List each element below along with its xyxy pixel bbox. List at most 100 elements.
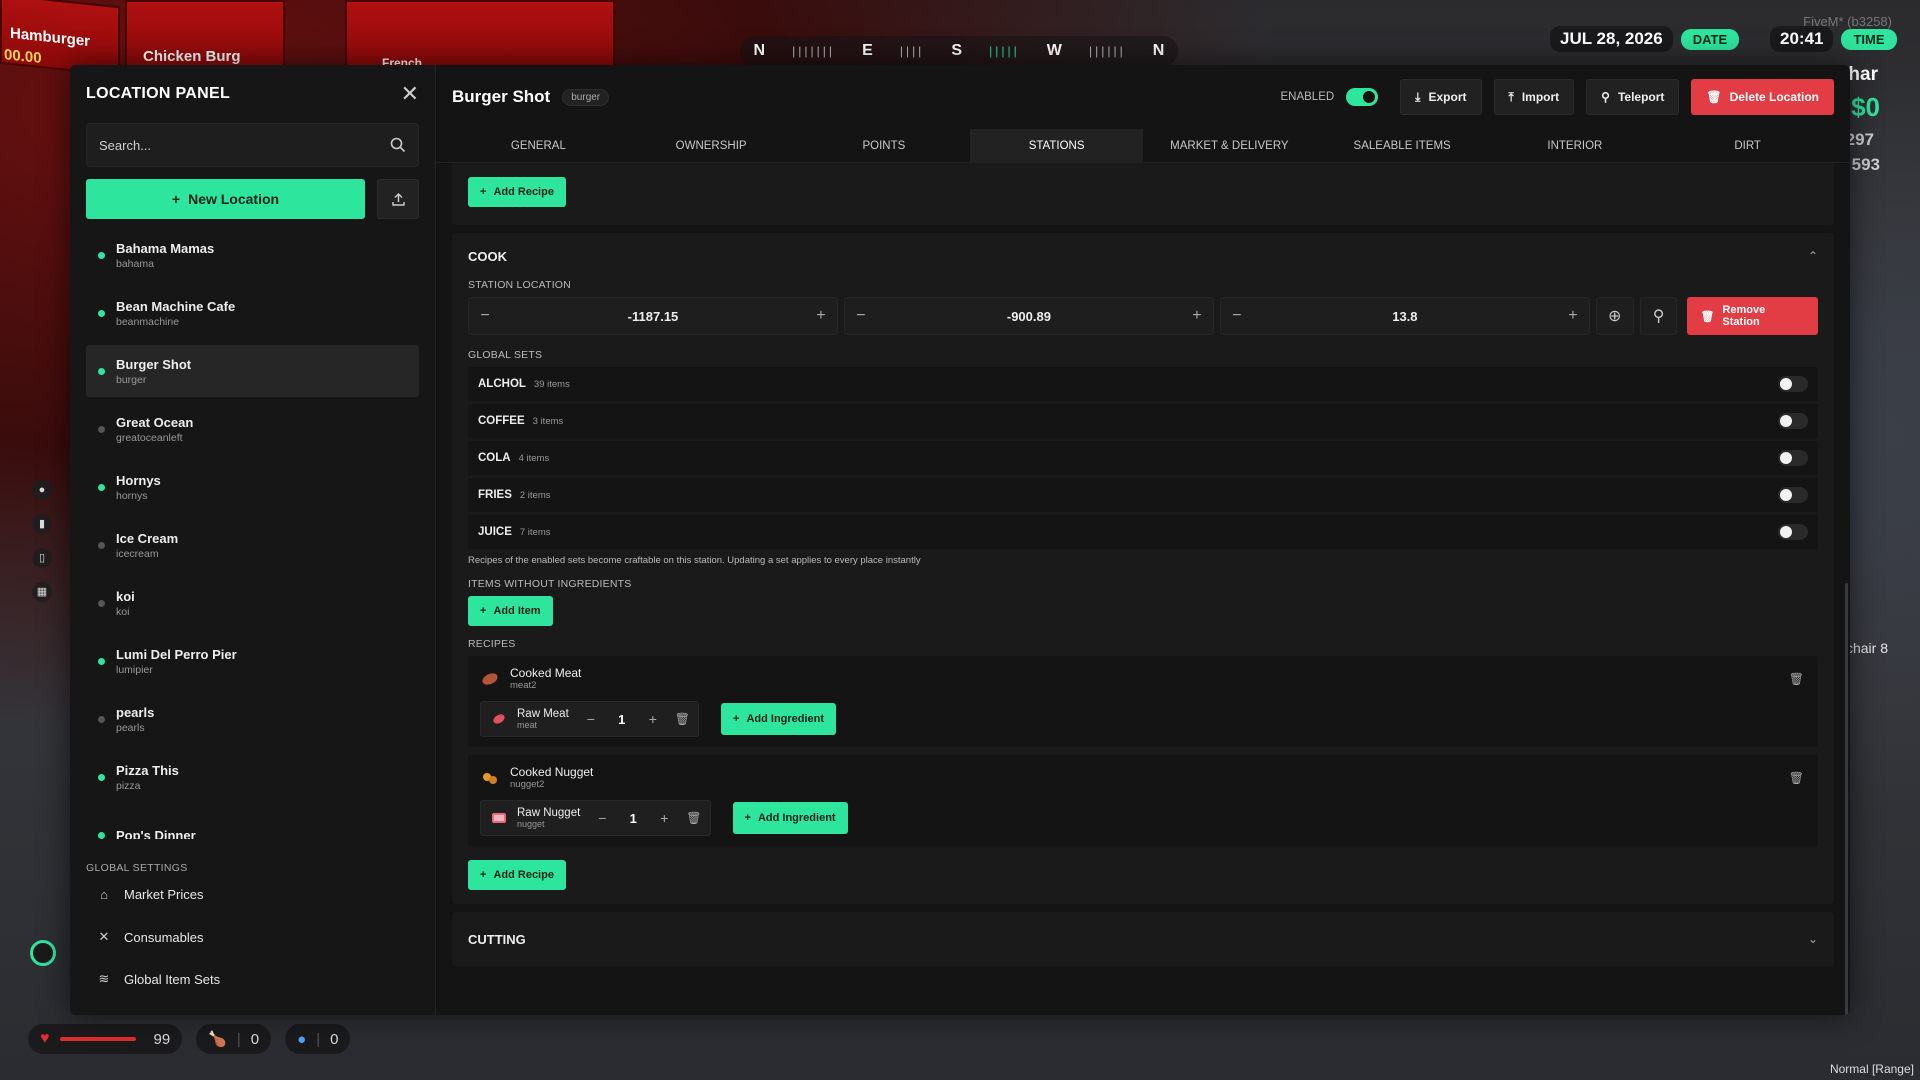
chevron-up-icon[interactable]: ⌃: [1808, 249, 1818, 263]
minus-button[interactable]: −: [845, 298, 877, 334]
location-item[interactable]: Lumi Del Perro Pier lumipier: [86, 635, 419, 687]
plus-button[interactable]: +: [639, 704, 667, 734]
location-item[interactable]: Pop's Dinner: [86, 809, 419, 839]
trash-icon[interactable]: 🗑: [1789, 771, 1804, 785]
time-value: 20:41: [1770, 26, 1834, 52]
quantity-value[interactable]: 1: [616, 803, 650, 833]
time-tag: TIME: [1841, 28, 1897, 50]
location-item[interactable]: Great Ocean greatoceanleft: [86, 403, 419, 455]
add-item-button[interactable]: + Add Item: [468, 596, 553, 626]
tab-dirt[interactable]: DIRT: [1661, 129, 1834, 162]
location-item[interactable]: Ice Cream icecream: [86, 519, 419, 571]
main-content: Burger Shot burger ENABLED ⤓ Export ⤒ Impo…: [436, 65, 1850, 1015]
minus-button[interactable]: −: [469, 298, 501, 334]
station-card-cutting[interactable]: CUTTING ⌄: [452, 912, 1834, 966]
tab-general[interactable]: GENERAL: [452, 129, 625, 162]
minus-button[interactable]: −: [577, 704, 605, 734]
coord-y-value[interactable]: -900.89: [877, 309, 1181, 324]
scrollbar[interactable]: [1845, 583, 1848, 1015]
station-header[interactable]: COOK ⌃: [468, 233, 1818, 279]
location-slug: pizza: [116, 779, 141, 792]
date-tag: DATE: [1680, 28, 1740, 50]
set-toggle[interactable]: [1778, 450, 1808, 466]
set-row: COLA 4 items: [468, 441, 1818, 475]
items-without-ingredients-label: ITEMS WITHOUT INGREDIENTS: [468, 578, 632, 590]
tab-stations[interactable]: STATIONS: [970, 129, 1143, 162]
trash-icon[interactable]: 🗑: [686, 811, 701, 825]
trash-icon[interactable]: 🗑: [1789, 672, 1804, 686]
minus-button[interactable]: −: [588, 803, 616, 833]
new-location-button[interactable]: + New Location: [86, 179, 365, 219]
set-name: COFFEE: [478, 415, 525, 427]
compass-ticks: ||||: [899, 44, 925, 58]
tab-market-delivery[interactable]: MARKET & DELIVERY: [1143, 129, 1316, 162]
target-icon: [30, 940, 56, 966]
location-item-selected[interactable]: Burger Shot burger: [86, 345, 419, 397]
compass-ticks: ||||||: [1088, 44, 1126, 58]
upload-button[interactable]: [377, 179, 419, 219]
delete-location-button[interactable]: 🗑 Delete Location: [1691, 79, 1834, 115]
recipe-name: Cooked Meat: [510, 666, 582, 680]
set-toggle[interactable]: [1778, 413, 1808, 429]
export-button[interactable]: ⤓ Export: [1400, 79, 1482, 115]
enabled-toggle[interactable]: [1346, 88, 1379, 106]
map-pin-icon: ⚲: [1652, 308, 1665, 325]
trash-icon[interactable]: 🗑: [675, 712, 690, 726]
global-item-label: Market Prices: [124, 887, 204, 902]
compass-n: N: [1152, 42, 1165, 59]
tab-points[interactable]: POINTS: [798, 129, 971, 162]
set-toggle[interactable]: [1778, 376, 1808, 392]
set-toggle[interactable]: [1778, 524, 1808, 540]
close-icon[interactable]: ✕: [401, 83, 419, 105]
coord-x-value[interactable]: -1187.15: [501, 309, 805, 324]
minus-button[interactable]: −: [1221, 298, 1253, 334]
quantity-value[interactable]: 1: [605, 704, 639, 734]
location-item[interactable]: Bahama Mamas bahama: [86, 229, 419, 281]
new-location-label: New Location: [188, 191, 280, 207]
pin-button[interactable]: ⚲: [1639, 297, 1678, 335]
status-dot: [98, 484, 105, 491]
add-recipe-button[interactable]: + Add Recipe: [468, 860, 566, 890]
set-row: ALCHOL 39 items: [468, 367, 1818, 401]
location-name: Bahama Mamas: [116, 240, 215, 256]
add-ingredient-button[interactable]: + Add Ingredient: [732, 802, 848, 834]
remove-station-button[interactable]: 🗑 Remove Station: [1687, 297, 1818, 335]
set-toggle[interactable]: [1778, 487, 1808, 503]
add-recipe-button[interactable]: + Add Recipe: [468, 177, 566, 207]
plus-button[interactable]: +: [1557, 298, 1589, 334]
set-count: 39 items: [533, 378, 570, 390]
market-prices-link[interactable]: ⌂ Market Prices: [96, 887, 203, 902]
plus-button[interactable]: +: [650, 803, 678, 833]
teleport-button[interactable]: ⚲ Teleport: [1586, 79, 1680, 115]
search-input[interactable]: [99, 137, 359, 153]
location-name: pearls: [116, 704, 155, 720]
health-value: 99: [153, 1030, 171, 1048]
location-slug: icecream: [116, 547, 159, 560]
sign-text: Chicken Burg: [143, 48, 241, 65]
bag-icon: ▮: [32, 514, 52, 534]
tab-interior[interactable]: INTERIOR: [1489, 129, 1662, 162]
compass: N ||||||| E |||| S ||||| W |||||| N: [740, 36, 1178, 66]
location-item[interactable]: pearls pearls: [86, 693, 419, 745]
location-item[interactable]: koi koi: [86, 577, 419, 629]
tab-ownership[interactable]: OWNERSHIP: [625, 129, 798, 162]
phone-icon: ▯: [32, 548, 52, 568]
ingredient-slug: nugget: [517, 819, 545, 829]
consumables-link[interactable]: ✕ Consumables: [96, 929, 204, 945]
add-ingredient-button[interactable]: + Add Ingredient: [721, 703, 837, 735]
chevron-down-icon[interactable]: ⌄: [1808, 932, 1818, 946]
crosshair-button[interactable]: ⊕: [1595, 297, 1634, 335]
import-button[interactable]: ⤒ Import: [1493, 79, 1575, 115]
search-box: [86, 123, 419, 167]
coord-z-value[interactable]: 13.8: [1253, 309, 1557, 324]
location-item[interactable]: Hornys hornys: [86, 461, 419, 513]
global-sets-label: GLOBAL SETS: [468, 349, 543, 361]
tab-saleable-items[interactable]: SALEABLE ITEMS: [1316, 129, 1489, 162]
location-item[interactable]: Pizza This pizza: [86, 751, 419, 803]
search-icon[interactable]: [390, 137, 406, 153]
plus-button[interactable]: +: [1181, 298, 1213, 334]
plus-button[interactable]: +: [805, 298, 837, 334]
global-item-sets-link[interactable]: ≋ Global Item Sets: [96, 971, 221, 987]
location-item[interactable]: Bean Machine Cafe beanmachine: [86, 287, 419, 339]
layers-icon: ≋: [98, 971, 110, 986]
